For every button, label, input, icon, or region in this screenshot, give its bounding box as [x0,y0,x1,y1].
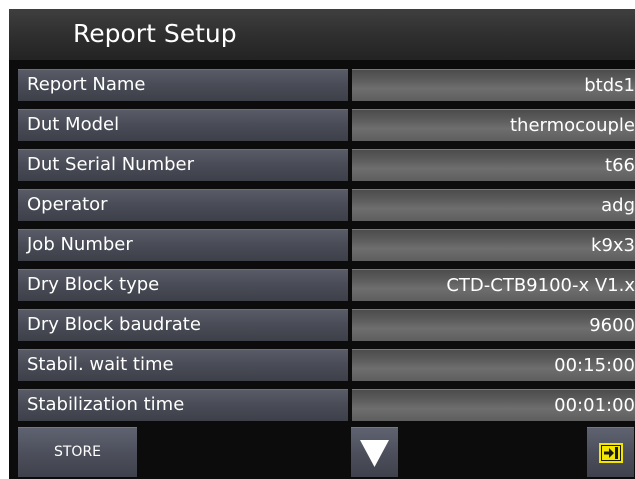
store-button[interactable]: STORE [18,427,137,477]
field-row-dry-block-type: Dry Block type CTD-CTB9100-x V1.x [9,269,635,301]
field-value: k9x3 [591,235,635,256]
field-label: Report Name [27,74,146,95]
job-number-field[interactable]: k9x3 [352,229,635,261]
dry-block-type-field[interactable]: CTD-CTB9100-x V1.x [352,269,635,301]
stabilization-time-field[interactable]: 00:01:00 [352,389,635,421]
field-row-operator: Operator adg [9,189,635,221]
field-row-dut-serial-number: Dut Serial Number t66 [9,149,635,181]
exit-arrow-icon [599,443,623,463]
field-label-cell: Operator [18,189,348,221]
field-value: 00:15:00 [554,355,635,376]
down-triangle-icon [360,440,389,467]
field-label-cell: Dut Model [18,109,348,141]
dut-model-field[interactable]: thermocouple [352,109,635,141]
field-value: adg [601,195,635,216]
field-row-stabil-wait-time: Stabil. wait time 00:15:00 [9,349,635,381]
field-label-cell: Dut Serial Number [18,149,348,181]
field-label-cell: Stabilization time [18,389,348,421]
field-value: 00:01:00 [554,395,635,416]
report-name-field[interactable]: btds1 [352,69,635,101]
field-value: 9600 [589,315,635,336]
report-setup-screen: Report Setup Report Name btds1 Dut Model… [9,9,635,479]
field-row-dry-block-baudrate: Dry Block baudrate 9600 [9,309,635,341]
field-label: Stabilization time [27,394,185,415]
field-label-cell: Report Name [18,69,348,101]
operator-field[interactable]: adg [352,189,635,221]
field-label-cell: Job Number [18,229,348,261]
store-button-label: STORE [53,444,102,460]
field-value: btds1 [584,75,635,96]
field-row-report-name: Report Name btds1 [9,69,635,101]
field-value: t66 [605,155,635,176]
field-label: Dry Block type [27,274,160,295]
dut-serial-number-field[interactable]: t66 [352,149,635,181]
exit-button[interactable] [587,427,634,477]
field-row-dut-model: Dut Model thermocouple [9,109,635,141]
dry-block-baudrate-field[interactable]: 9600 [352,309,635,341]
field-label: Stabil. wait time [27,354,174,375]
field-value: thermocouple [510,115,635,136]
page-title: Report Setup [73,19,237,48]
field-row-stabilization-time: Stabilization time 00:01:00 [9,389,635,421]
field-label: Dry Block baudrate [27,314,201,335]
field-row-job-number: Job Number k9x3 [9,229,635,261]
field-label: Dut Serial Number [27,154,195,175]
field-label-cell: Stabil. wait time [18,349,348,381]
stabil-wait-time-field[interactable]: 00:15:00 [352,349,635,381]
field-label: Dut Model [27,114,120,135]
title-bar: Report Setup [9,9,635,60]
field-label: Operator [27,194,108,215]
scroll-down-button[interactable] [351,427,398,477]
field-label-cell: Dry Block baudrate [18,309,348,341]
field-value: CTD-CTB9100-x V1.x [446,275,635,296]
field-label: Job Number [27,234,133,255]
field-label-cell: Dry Block type [18,269,348,301]
